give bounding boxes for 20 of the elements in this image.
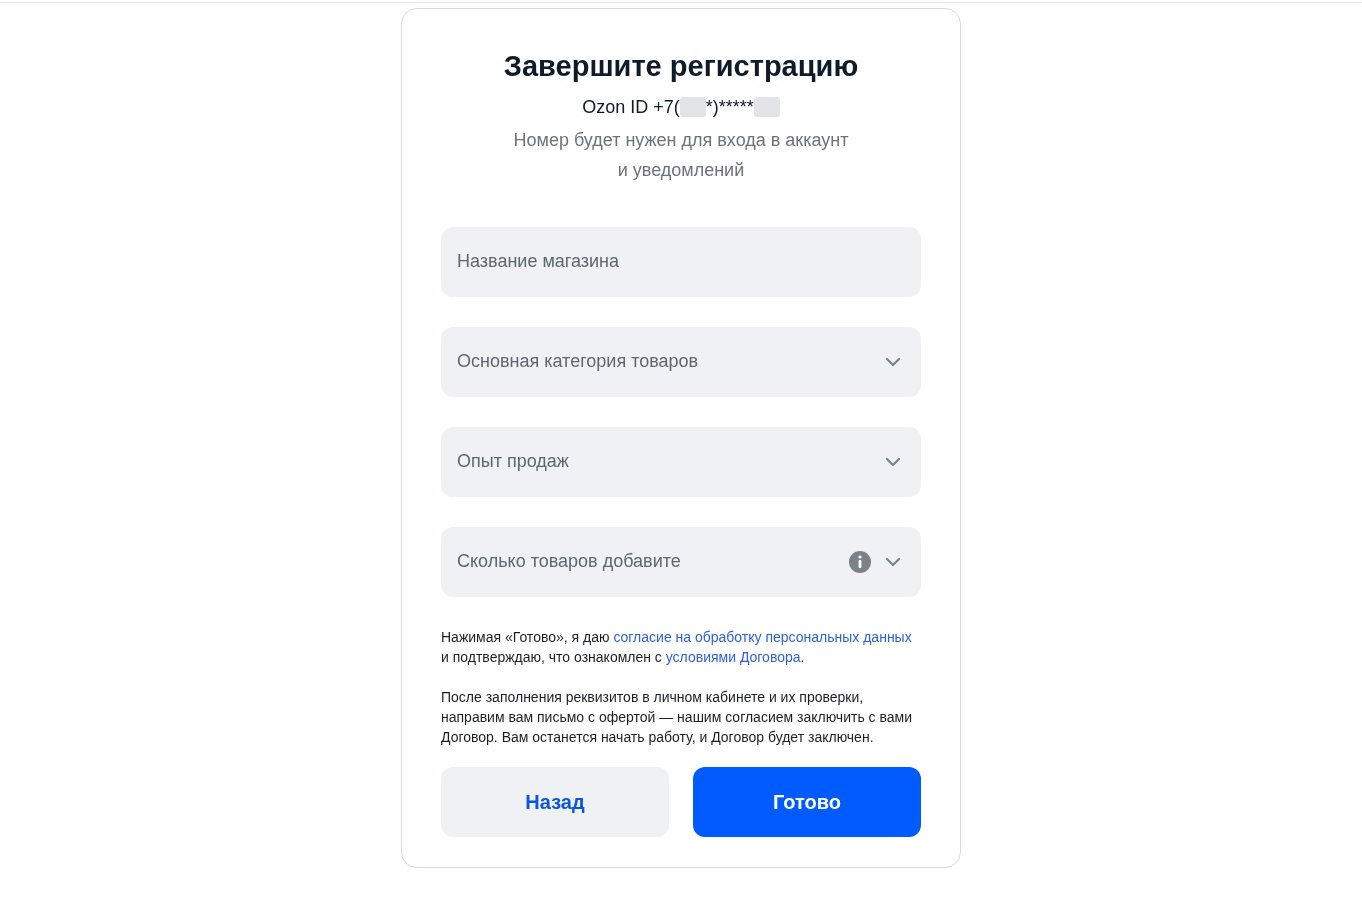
page-title: Завершите регистрацию (502, 49, 860, 84)
input-field[interactable]: Название магазина (441, 226, 921, 297)
done-button[interactable]: Готово (693, 766, 921, 837)
consent-link[interactable]: условиями Договора (665, 648, 801, 665)
info-paragraph: После заполнения реквизитов в личном кабинете и их проверки, направим вам письмо с офертой — нашим согласием заключить с вами Договор. Вам останется начать работу, и Договор будет заключен. (441, 687, 913, 747)
dropdown-field[interactable]: Сколько товаров добавите (441, 526, 921, 597)
chevron-down-icon (885, 556, 901, 567)
consent-text: Нажимая «Готово», я даю согласие на обработку персональных данных и подтверждаю, что ознакомлен с условиями Договора. (441, 627, 913, 667)
redacted-block (753, 97, 780, 118)
consent-link[interactable]: согласие на обработку персональных данных (613, 628, 912, 645)
account-id-text: *)***** (705, 95, 754, 119)
chevron-down-icon (885, 356, 901, 367)
chevron-down-icon (885, 456, 901, 467)
back-button[interactable]: Назад (441, 766, 669, 837)
subtitle: Номер будет нужен для входа в аккаунт и уведомлений (512, 128, 850, 182)
info-icon[interactable] (849, 550, 871, 573)
dropdown-field[interactable]: Опыт продаж (441, 426, 921, 497)
redacted-block (679, 97, 706, 118)
dropdown-field[interactable]: Основная категория товаров (441, 326, 921, 397)
account-id-text: Ozon ID +7( (582, 95, 680, 119)
